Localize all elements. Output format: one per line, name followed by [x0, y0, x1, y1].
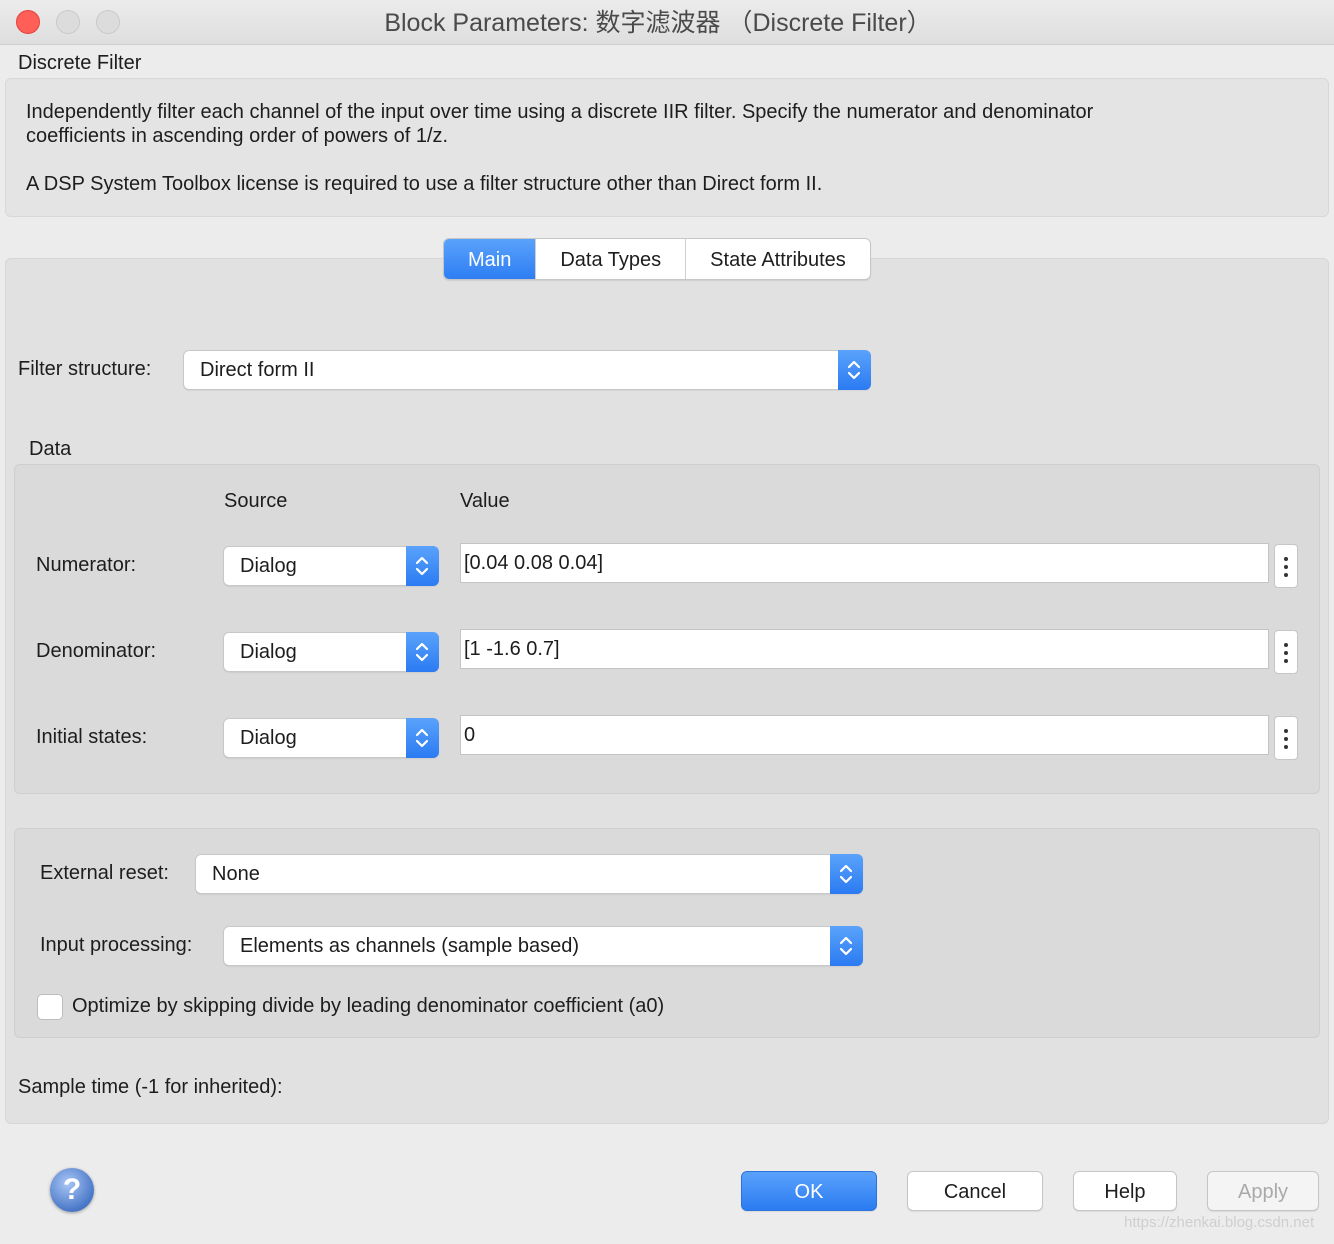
- more-vertical-icon: [1284, 643, 1288, 667]
- chevron-updown-icon: [406, 632, 439, 672]
- numerator-value-field[interactable]: [0.04 0.08 0.04]: [460, 543, 1269, 583]
- numerator-source-dropdown[interactable]: Dialog: [223, 546, 439, 586]
- help-button[interactable]: Help: [1073, 1171, 1177, 1211]
- description-line-3: A DSP System Toolbox license is required…: [26, 173, 823, 195]
- external-reset-value: None: [212, 863, 260, 885]
- chevron-updown-icon: [406, 718, 439, 758]
- optimize-label: Optimize by skipping divide by leading d…: [72, 995, 665, 1017]
- chevron-updown-icon: [830, 854, 863, 894]
- chevron-updown-icon: [406, 546, 439, 586]
- chevron-updown-icon: [830, 926, 863, 966]
- numerator-value: [0.04 0.08 0.04]: [464, 552, 604, 574]
- numerator-label: Numerator:: [36, 554, 137, 576]
- cancel-button[interactable]: Cancel: [907, 1171, 1043, 1211]
- description-line-1: Independently filter each channel of the…: [26, 101, 1094, 123]
- optimize-checkbox[interactable]: [37, 994, 63, 1020]
- input-processing-value: Elements as channels (sample based): [240, 935, 580, 957]
- initial-states-more-button[interactable]: [1274, 716, 1298, 760]
- denominator-more-button[interactable]: [1274, 630, 1298, 674]
- denominator-source-dropdown[interactable]: Dialog: [223, 632, 439, 672]
- filter-structure-value: Direct form II: [200, 359, 315, 381]
- input-processing-dropdown[interactable]: Elements as channels (sample based): [223, 926, 863, 966]
- external-reset-dropdown[interactable]: None: [195, 854, 863, 894]
- denominator-source-value: Dialog: [240, 641, 297, 663]
- initial-states-value-field[interactable]: 0: [460, 715, 1269, 755]
- ok-button[interactable]: OK: [741, 1171, 877, 1211]
- denominator-label: Denominator:: [36, 640, 157, 662]
- input-processing-label: Input processing:: [40, 934, 193, 956]
- sample-time-label: Sample time (-1 for inherited):: [18, 1076, 283, 1098]
- chevron-updown-icon: [838, 350, 871, 390]
- watermark: https://zhenkai.blog.csdn.net: [1124, 1214, 1315, 1231]
- description-line-2: coefficients in ascending order of power…: [26, 125, 449, 147]
- initial-states-source-value: Dialog: [240, 727, 297, 749]
- denominator-value: [1 -1.6 0.7]: [464, 638, 560, 660]
- tab-main[interactable]: Main: [444, 239, 537, 279]
- tab-bar: Main Data Types State Attributes: [443, 238, 871, 280]
- value-column-header: Value: [460, 490, 510, 512]
- more-vertical-icon: [1284, 729, 1288, 753]
- initial-states-label: Initial states:: [36, 726, 148, 748]
- numerator-more-button[interactable]: [1274, 544, 1298, 588]
- numerator-source-value: Dialog: [240, 555, 297, 577]
- tab-data-types[interactable]: Data Types: [536, 239, 687, 279]
- help-icon[interactable]: ?: [50, 1168, 94, 1212]
- more-vertical-icon: [1284, 557, 1288, 581]
- block-name: Discrete Filter: [18, 52, 142, 74]
- denominator-value-field[interactable]: [1 -1.6 0.7]: [460, 629, 1269, 669]
- external-reset-label: External reset:: [40, 862, 169, 884]
- apply-button[interactable]: Apply: [1207, 1171, 1319, 1211]
- window-title: Block Parameters: 数字滤波器 （Discrete Filter…: [384, 9, 932, 37]
- initial-states-source-dropdown[interactable]: Dialog: [223, 718, 439, 758]
- filter-structure-dropdown[interactable]: Direct form II: [183, 350, 871, 390]
- filter-structure-label: Filter structure:: [18, 358, 152, 380]
- source-column-header: Source: [224, 490, 288, 512]
- initial-states-value: 0: [464, 724, 476, 746]
- tab-state-attributes[interactable]: State Attributes: [686, 239, 870, 279]
- data-section-title: Data: [29, 438, 72, 460]
